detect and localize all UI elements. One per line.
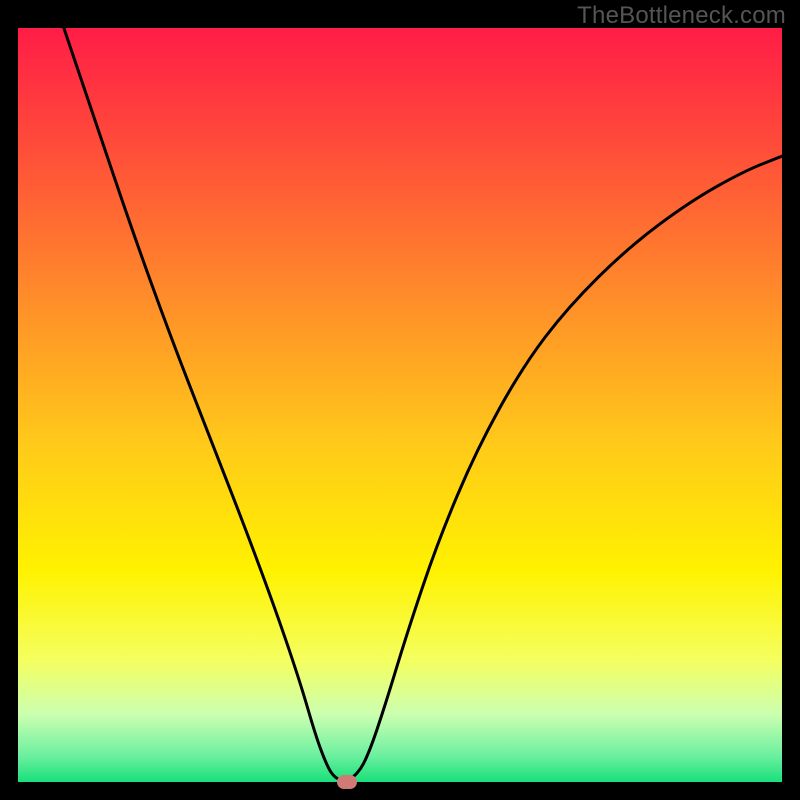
gradient-background <box>18 28 782 782</box>
watermark-text: TheBottleneck.com <box>577 2 786 30</box>
chart-container: TheBottleneck.com <box>0 0 800 800</box>
chart-svg <box>18 28 782 782</box>
plot-inner <box>18 28 782 782</box>
plot-area <box>18 28 782 782</box>
minimum-marker <box>337 775 357 789</box>
